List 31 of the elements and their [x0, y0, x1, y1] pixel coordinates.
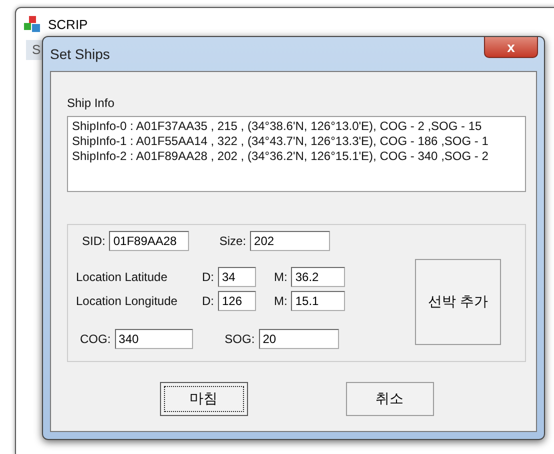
list-item[interactable]: ShipInfo-1 : A01F55AA14 , 322 , (34°43.7'N, 126°13.3'E), COG - 186 ,SOG - 1: [72, 134, 521, 149]
close-button[interactable]: x: [484, 37, 538, 58]
field-label: M:: [274, 270, 288, 284]
input-field[interactable]: 126: [218, 291, 256, 311]
field-label: COG:: [80, 332, 111, 346]
field-label: D:: [202, 270, 214, 284]
input-field[interactable]: 340: [114, 329, 193, 349]
section-label: Ship Info: [67, 96, 116, 110]
cubes-icon: [24, 16, 42, 32]
add-ship-button[interactable]: 선박 추가: [415, 259, 501, 345]
field-label: SOG:: [224, 332, 255, 346]
ship-list[interactable]: [67, 116, 526, 192]
list-item[interactable]: ShipInfo-2 : A01F89AA28 , 202 , (34°36.2'N, 126°15.1'E), COG - 340 ,SOG - 2: [72, 149, 521, 164]
field-label: Location Longitude: [76, 294, 178, 308]
input-field[interactable]: 20: [258, 329, 339, 349]
field-label: SID:: [82, 234, 106, 248]
field-label: Size:: [219, 234, 246, 248]
field-label: Location Latitude: [76, 270, 168, 284]
window-title: SCRIP: [48, 16, 88, 32]
input-field[interactable]: 01F89AA28: [109, 231, 190, 251]
dialog-button[interactable]: 마침: [160, 382, 248, 416]
field-label: D:: [202, 294, 214, 308]
input-field[interactable]: 36.2: [291, 267, 346, 287]
input-field[interactable]: 15.1: [291, 291, 346, 311]
input-field[interactable]: 34: [218, 267, 256, 287]
field-label: M:: [274, 294, 288, 308]
dialog-title: Set Ships: [50, 46, 110, 62]
input-field[interactable]: 202: [250, 231, 330, 251]
dialog-button[interactable]: 취소: [346, 382, 434, 416]
list-item[interactable]: ShipInfo-0 : A01F37AA35 , 215 , (34°38.6'N, 126°13.0'E), COG - 2 ,SOG - 15: [72, 119, 521, 134]
menu-item[interactable]: S: [32, 42, 41, 57]
